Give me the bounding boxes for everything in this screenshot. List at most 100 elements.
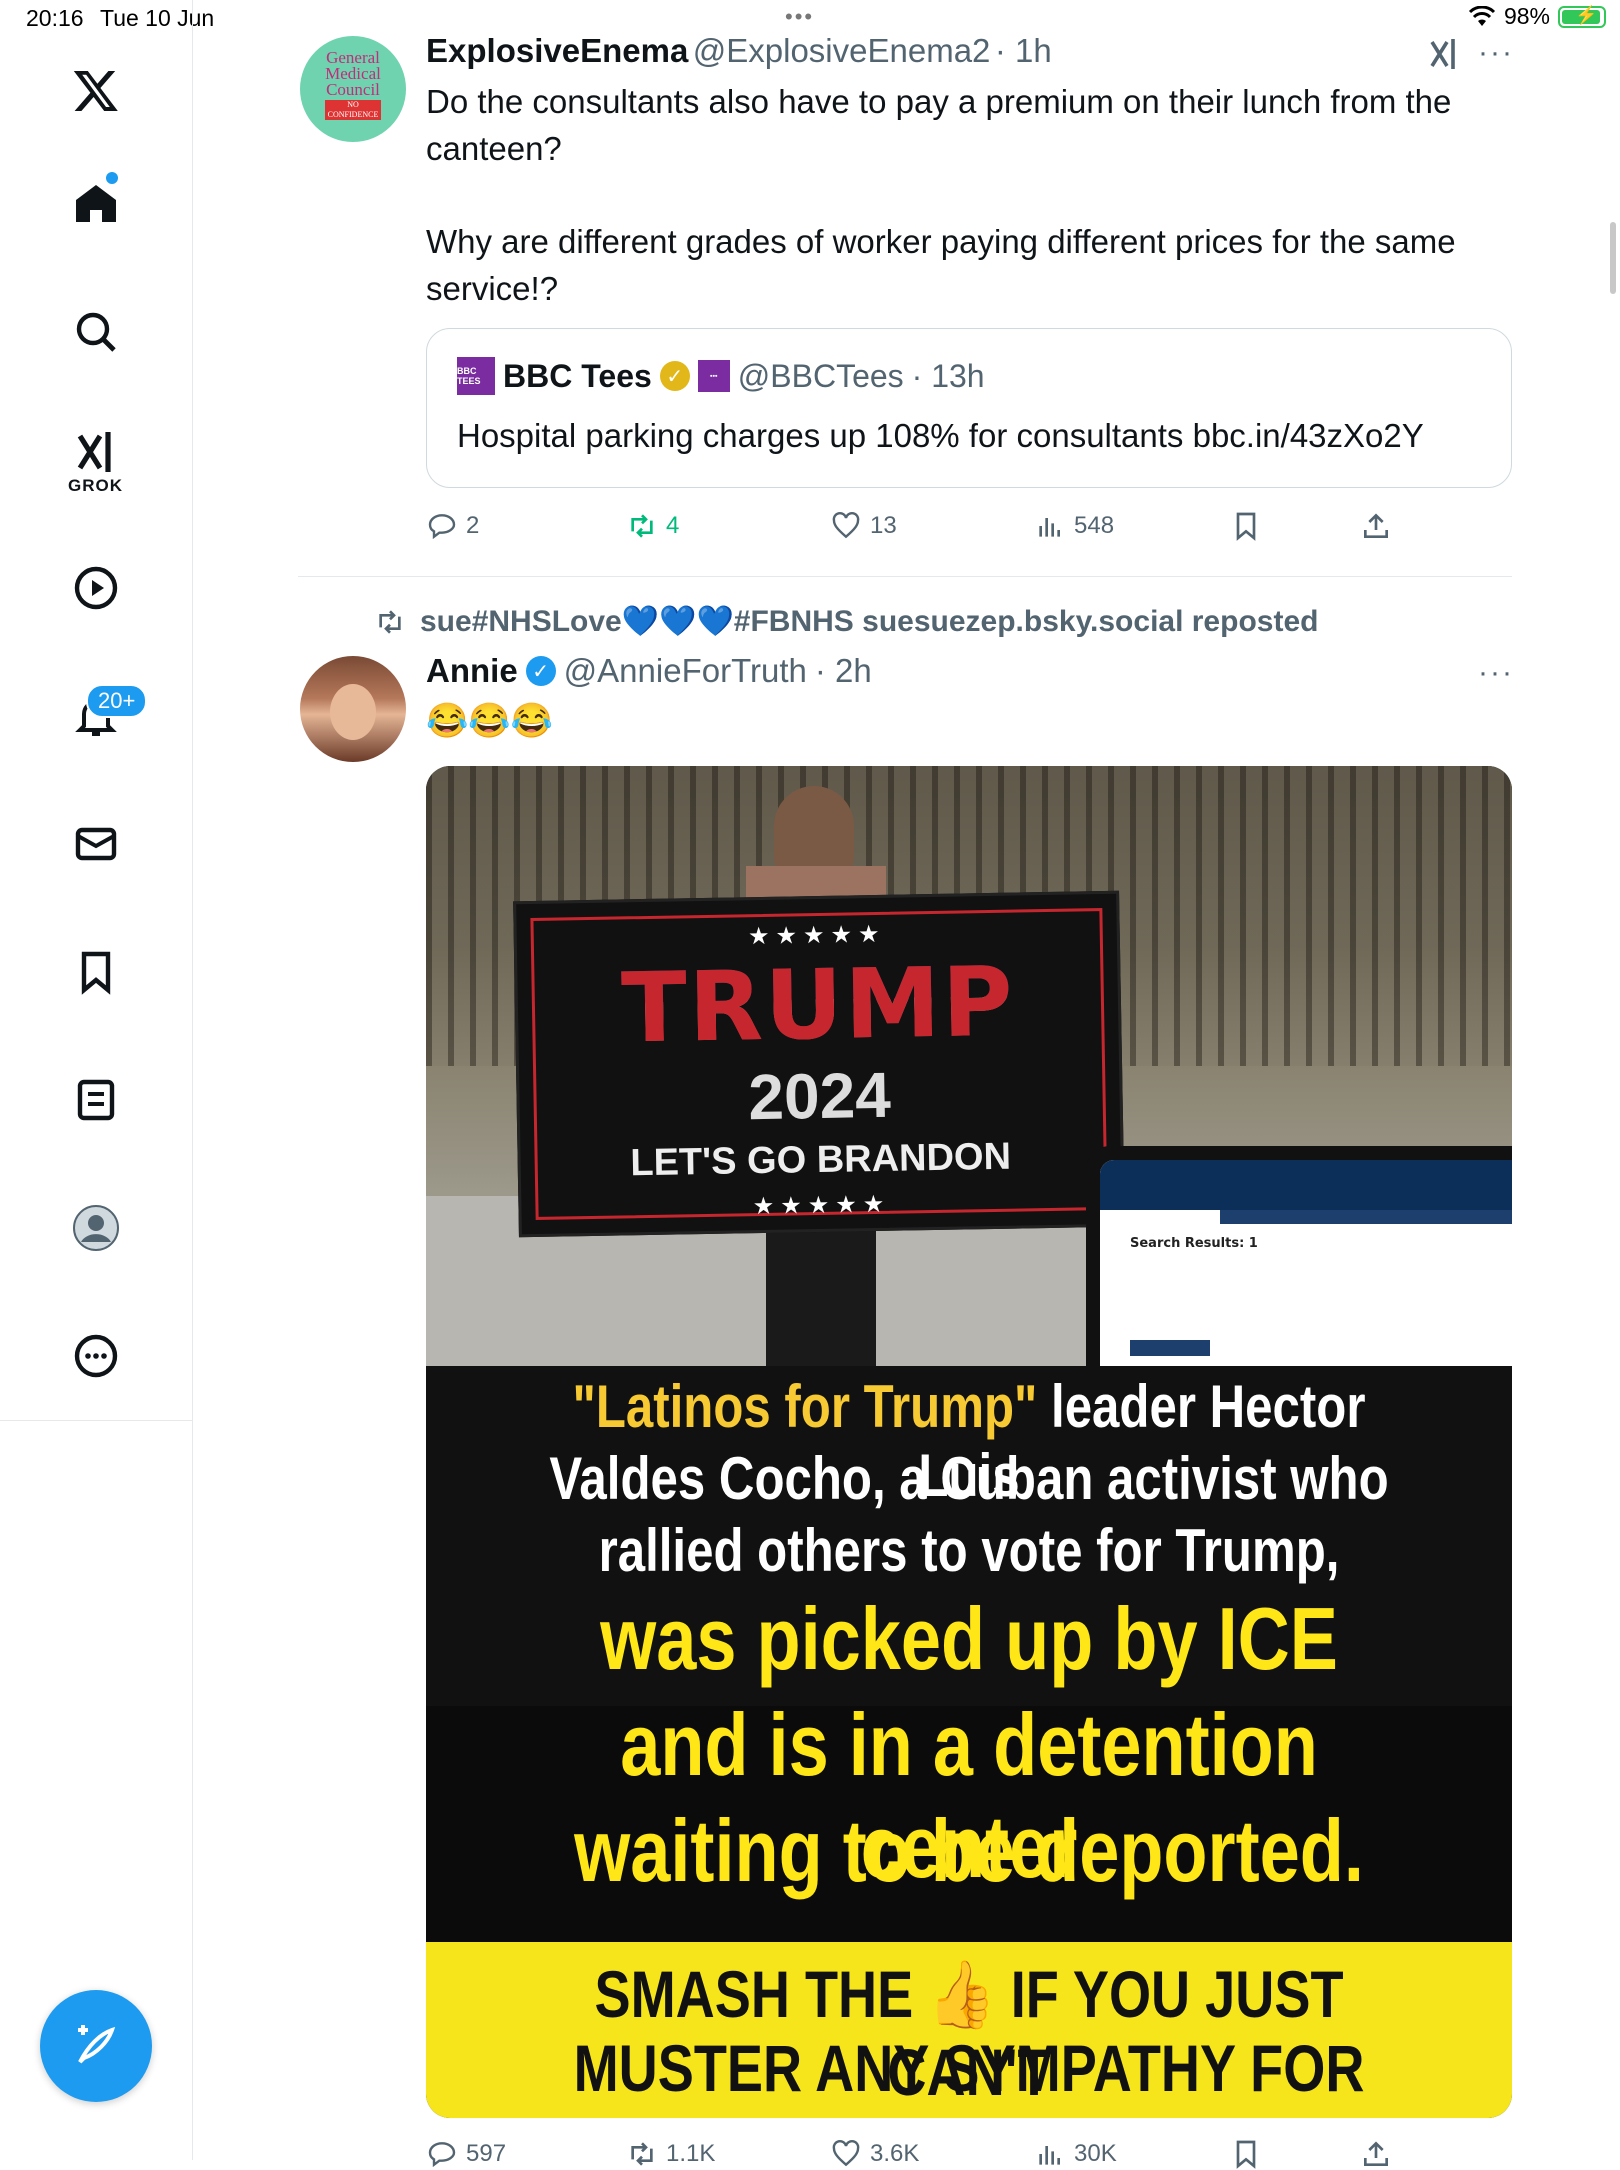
quote-handle: @BBCTees (737, 357, 904, 394)
status-right: 98% ⚡ (1468, 3, 1606, 30)
flag-year: 2024 (747, 1058, 892, 1134)
grok-icon[interactable] (1426, 36, 1462, 72)
person-legs (766, 1226, 876, 1366)
like-button[interactable]: 13 (830, 510, 1034, 542)
banner-line: MUSTER ANY SYMPATHY FOR HIM! (573, 2031, 1365, 2118)
device-screen: Search Results: 1 (1086, 1146, 1512, 1386)
verified-badge-icon: ✓ (659, 361, 690, 391)
notification-badge: 20+ (86, 684, 148, 718)
caption-highlight: "Latinos for Trump" (572, 1373, 1038, 1440)
reply-count: 597 (466, 2140, 507, 2167)
mail-icon[interactable] (60, 808, 132, 880)
reply-icon (428, 2142, 456, 2168)
like-count: 3.6K (870, 2140, 920, 2167)
tweet-actions: 597 1.1K 3.6K 30K (426, 2138, 1392, 2170)
tweet-time[interactable]: · 1h (995, 32, 1052, 69)
battery-icon: ⚡ (1558, 5, 1606, 28)
grok-label: GROK (68, 476, 123, 495)
list-icon[interactable] (60, 1064, 132, 1136)
tweet-time[interactable]: · 2h (815, 652, 872, 690)
tweet-image[interactable]: ★★★★★ TRUMP 2024 LET'S GO BRANDON ★★★★★ … (426, 766, 1512, 2118)
repost-icon (631, 2142, 653, 2166)
bookmark-icon (1236, 512, 1256, 541)
repost-button[interactable]: 4 (626, 510, 830, 542)
repost-count: 1.1K (666, 2140, 716, 2167)
bookmark-icon[interactable] (60, 936, 132, 1008)
profile-icon[interactable] (60, 1192, 132, 1264)
bbc-logo-icon: BBC TEES (457, 357, 495, 395)
sidebar-divider (0, 1420, 192, 1421)
reply-button[interactable]: 597 (426, 2138, 626, 2170)
sidebar: GROK 20+ (0, 0, 193, 2160)
home-notification-dot (106, 172, 118, 184)
repost-icon (379, 609, 401, 634)
affiliate-logo-icon: ▪▪▪ (697, 360, 730, 392)
like-count: 13 (870, 512, 897, 539)
more-options-icon[interactable]: ··· (1478, 656, 1514, 690)
views-icon (1039, 2146, 1060, 2165)
views-icon (1039, 518, 1060, 537)
multitask-dots[interactable]: ••• (785, 4, 814, 30)
heart-icon (832, 2140, 860, 2167)
image-banner: SMASH THE 👍 IF YOU JUST CAN'T MUSTER ANY… (426, 1942, 1512, 2118)
tweet-header: Annie ✓ @AnnieForTruth · 2h (426, 652, 872, 690)
flag: ★★★★★ TRUMP 2024 LET'S GO BRANDON ★★★★★ (513, 890, 1125, 1238)
view-count: 30K (1074, 2140, 1117, 2167)
screen-search-results: Search Results: 1 (1130, 1236, 1258, 1251)
home-icon[interactable] (60, 168, 132, 240)
caption-line: Valdes Cocho, a Cuban activist who (549, 1445, 1389, 1512)
caption-line: was picked up by ICE (600, 1589, 1338, 1688)
author-name[interactable]: Annie (426, 652, 518, 690)
reply-button[interactable]: 2 (426, 510, 626, 542)
tweet-header: ExplosiveEnema @ExplosiveEnema2 · 1h (426, 32, 1052, 70)
share-button[interactable] (1360, 2138, 1392, 2170)
reply-count: 2 (466, 512, 480, 539)
view-count: 548 (1074, 512, 1115, 539)
author-name[interactable]: ExplosiveEnema (426, 32, 688, 69)
avatar[interactable] (300, 656, 406, 762)
repost-context[interactable]: sue#NHSLove💙💙💙#FBNHS suesuezep.bsky.soci… (374, 604, 1318, 639)
quoted-tweet[interactable]: BBC TEES BBC Tees ✓ ▪▪▪ @BBCTees · 13h H… (426, 328, 1512, 488)
verified-badge-icon: ✓ (525, 656, 556, 686)
compose-button[interactable] (40, 1990, 152, 2102)
avatar[interactable]: General Medical Council NO CONFIDENCE (300, 36, 406, 142)
author-handle[interactable]: @ExplosiveEnema2 (693, 32, 991, 69)
x-logo-icon[interactable] (60, 54, 132, 126)
share-icon (1364, 2141, 1388, 2166)
scrollbar[interactable] (1610, 222, 1616, 294)
avatar-text-3: Council (326, 80, 380, 99)
like-button[interactable]: 3.6K (830, 2138, 1034, 2170)
repost-icon (631, 514, 653, 538)
tweet-actions: 2 4 13 548 (426, 510, 1392, 542)
tweet-line: Do the consultants also have to pay a pr… (426, 83, 1452, 120)
caption-line: waiting to be deported. (574, 1801, 1364, 1900)
search-icon[interactable] (60, 296, 132, 368)
caption-line: rallied others to vote for Trump, (598, 1517, 1340, 1584)
share-icon (1364, 513, 1388, 538)
quote-text: Hospital parking charges up 108% for con… (457, 417, 1424, 454)
views-button[interactable]: 548 (1034, 510, 1230, 542)
repost-button[interactable]: 1.1K (626, 2138, 830, 2170)
heart-icon (832, 512, 860, 539)
avatar-text-4: NO CONFIDENCE (325, 100, 381, 120)
author-handle[interactable]: @AnnieForTruth (564, 652, 807, 690)
photo: ★★★★★ TRUMP 2024 LET'S GO BRANDON ★★★★★ … (426, 766, 1512, 1386)
tweet-line: service!? (426, 270, 559, 307)
more-options-icon[interactable]: ··· (1478, 36, 1514, 70)
views-button[interactable]: 30K (1034, 2138, 1230, 2170)
more-icon[interactable] (60, 1320, 132, 1392)
tweet-separator (298, 576, 1512, 577)
wifi-icon (1468, 5, 1496, 26)
quote-author-name: BBC Tees (503, 357, 652, 394)
battery-percent: 98% (1503, 3, 1550, 29)
bookmark-button[interactable] (1230, 2138, 1360, 2170)
bookmark-icon (1236, 2140, 1256, 2169)
tweet-line: canteen? (426, 130, 562, 167)
quote-header: BBC TEES BBC Tees ✓ ▪▪▪ @BBCTees · 13h (457, 357, 985, 395)
repost-context-text: sue#NHSLove💙💙💙#FBNHS suesuezep.bsky.soci… (420, 605, 1319, 638)
quote-time: · 13h (911, 357, 985, 394)
share-button[interactable] (1360, 510, 1392, 542)
bookmark-button[interactable] (1230, 510, 1360, 542)
video-icon[interactable] (60, 552, 132, 624)
tweet-line: Why are different grades of worker payin… (426, 223, 1456, 260)
